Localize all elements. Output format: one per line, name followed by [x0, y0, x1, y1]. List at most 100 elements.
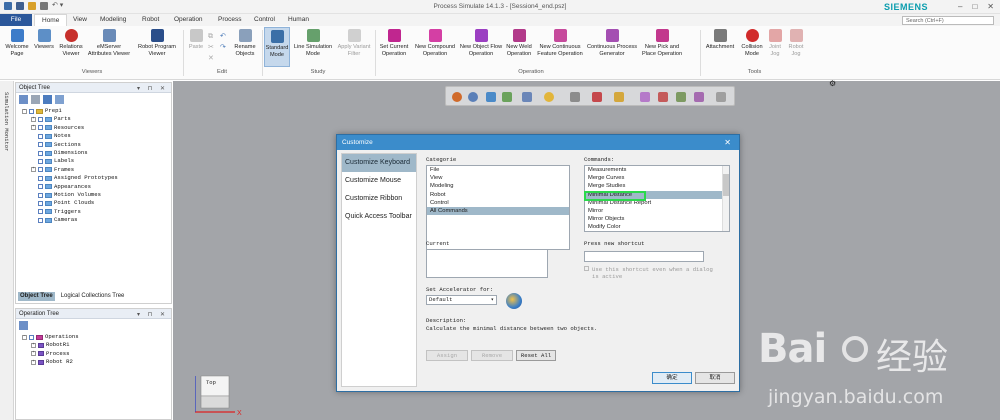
apply-variant-filter-button[interactable]: Apply Variant Filter [336, 29, 372, 57]
command-item[interactable]: Measurements [585, 166, 729, 174]
tree-item-cameras[interactable]: Cameras [22, 216, 171, 224]
view-cube-icon[interactable] [502, 92, 512, 102]
tree-view-icon[interactable] [43, 95, 52, 104]
welcome-page-button[interactable]: Welcome Page [4, 29, 30, 57]
line-simulation-mode-button[interactable]: Line Simulation Mode [292, 29, 334, 57]
collapse-icon[interactable]: − [22, 108, 27, 114]
nav-customize-keyboard[interactable]: Customize Keyboard [342, 154, 416, 172]
joint-jog-button[interactable]: Joint Jog [766, 29, 784, 57]
current-shortcuts-list[interactable] [426, 249, 548, 278]
category-item[interactable]: File [427, 166, 569, 174]
minimize-button[interactable]: – [958, 2, 962, 11]
robot-program-viewer-button[interactable]: Robot Program Viewer [134, 29, 180, 57]
tab-logical-collections-tree[interactable]: Logical Collections Tree [59, 292, 127, 301]
tab-robot[interactable]: Robot [135, 14, 166, 26]
operation-item-process[interactable]: + Process [22, 350, 171, 358]
checkbox-icon[interactable] [38, 192, 43, 198]
tree-item-motion-volumes[interactable]: Motion Volumes [22, 191, 171, 199]
cancel-button[interactable]: 取消 [695, 372, 735, 384]
reset-all-button[interactable]: Reset All [516, 350, 556, 361]
tree-item-labels[interactable]: Labels [22, 157, 171, 165]
checkbox-icon[interactable] [38, 209, 43, 215]
measure-icon[interactable] [640, 92, 650, 102]
checkbox-icon[interactable] [38, 150, 43, 156]
zoom-to-fit-icon[interactable] [452, 92, 462, 102]
checkbox-icon[interactable] [38, 125, 43, 131]
operations-root[interactable]: − Operations [22, 333, 171, 341]
tree-item-point-clouds[interactable]: Point Clouds [22, 199, 171, 207]
expand-icon[interactable]: + [31, 117, 36, 123]
shortcut-input[interactable] [584, 251, 704, 262]
category-item[interactable]: View [427, 174, 569, 182]
options-icon[interactable] [716, 92, 726, 102]
tab-object-tree[interactable]: Object Tree [18, 292, 55, 301]
nav-customize-ribbon[interactable]: Customize Ribbon [342, 190, 416, 208]
orientation-cube[interactable]: X Top [194, 374, 242, 417]
scrollbar-thumb[interactable] [723, 174, 729, 196]
command-item[interactable]: Modify Color [585, 223, 729, 231]
undo-small-icon[interactable]: ↶ [220, 31, 230, 42]
assign-button[interactable]: Assign [426, 350, 468, 361]
command-item[interactable]: Mirror Objects [585, 215, 729, 223]
operation-item-robotr1[interactable]: + RobotR1 [22, 341, 171, 349]
tree-filter-icon[interactable] [19, 321, 28, 330]
dialog-shortcut-option[interactable]: Use this shortcut even when a dialog is … [584, 266, 714, 280]
tree-settings-icon[interactable] [55, 95, 64, 104]
set-current-operation-button[interactable]: Set Current Operation [377, 29, 411, 57]
search-input[interactable]: Search (Ctrl+F) [902, 16, 994, 25]
relations-viewer-button[interactable]: Relations Viewer [58, 29, 84, 57]
emserver-attributes-viewer-button[interactable]: eMServer Attributes Viewer [86, 29, 132, 57]
tree-item-resources[interactable]: + Resources [22, 124, 171, 132]
relocate-icon[interactable] [676, 92, 686, 102]
simulation-monitor-tab[interactable]: Simulation Monitor [3, 92, 10, 151]
expand-icon[interactable]: + [31, 351, 36, 357]
tree-item-frames[interactable]: + Frames [22, 166, 171, 174]
pan-icon[interactable] [486, 92, 496, 102]
checkbox-icon[interactable] [38, 159, 43, 165]
section-icon[interactable] [592, 92, 602, 102]
paste-button[interactable]: Paste [186, 29, 206, 51]
tab-operation[interactable]: Operation [167, 14, 210, 26]
tab-control[interactable]: Control [247, 14, 282, 26]
expand-icon[interactable]: + [31, 167, 36, 173]
category-item[interactable]: Robot [427, 191, 569, 199]
checkbox-icon[interactable] [29, 108, 34, 114]
categories-list[interactable]: File View Modeling Robot Control All Com… [426, 165, 570, 250]
checkbox-icon[interactable] [38, 133, 43, 139]
command-item[interactable]: Merge Curves [585, 174, 729, 182]
category-item[interactable]: Control [427, 199, 569, 207]
checkbox-icon[interactable] [38, 217, 43, 223]
command-item[interactable]: Merge Studies [585, 182, 729, 190]
attachment-button[interactable]: Attachment [703, 29, 737, 51]
category-item-selected[interactable]: All Commands [427, 206, 569, 216]
zoom-icon[interactable] [468, 92, 478, 102]
close-window-button[interactable]: ✕ [987, 2, 994, 11]
tab-process[interactable]: Process [211, 14, 248, 26]
standard-mode-button[interactable]: Standard Mode [264, 27, 290, 67]
checkbox-icon[interactable] [38, 175, 43, 181]
checkbox-icon[interactable] [38, 200, 43, 206]
checkbox-icon[interactable] [584, 266, 589, 271]
close-icon[interactable]: ✕ [724, 138, 731, 147]
category-item[interactable]: Modeling [427, 182, 569, 190]
tree-item-triggers[interactable]: Triggers [22, 208, 171, 216]
redo-small-icon[interactable]: ↷ [220, 42, 230, 53]
tab-view[interactable]: View [66, 14, 94, 26]
operation-item-robot-r2[interactable]: + Robot R2 [22, 358, 171, 366]
tab-home[interactable]: Home [34, 14, 68, 26]
copy-icon[interactable]: ⧉ [208, 31, 218, 42]
commands-scrollbar[interactable] [722, 166, 729, 231]
tab-human[interactable]: Human [281, 14, 316, 26]
checkbox-icon[interactable] [38, 142, 43, 148]
continuous-process-generator-button[interactable]: Continuous Process Generator [586, 29, 638, 57]
expand-icon[interactable]: + [31, 343, 36, 349]
filter-selection-icon[interactable] [614, 92, 624, 102]
expand-icon[interactable]: + [31, 359, 36, 365]
collapse-icon[interactable]: − [22, 334, 27, 340]
gear-icon[interactable]: ⚙ [829, 79, 836, 88]
delete-icon[interactable]: ✕ [208, 53, 218, 64]
tree-root[interactable]: − Prep1 [22, 107, 171, 115]
light-icon[interactable] [544, 92, 554, 102]
tree-item-assigned-prototypes[interactable]: Assigned Prototypes [22, 174, 171, 182]
render-mode-icon[interactable] [522, 92, 532, 102]
